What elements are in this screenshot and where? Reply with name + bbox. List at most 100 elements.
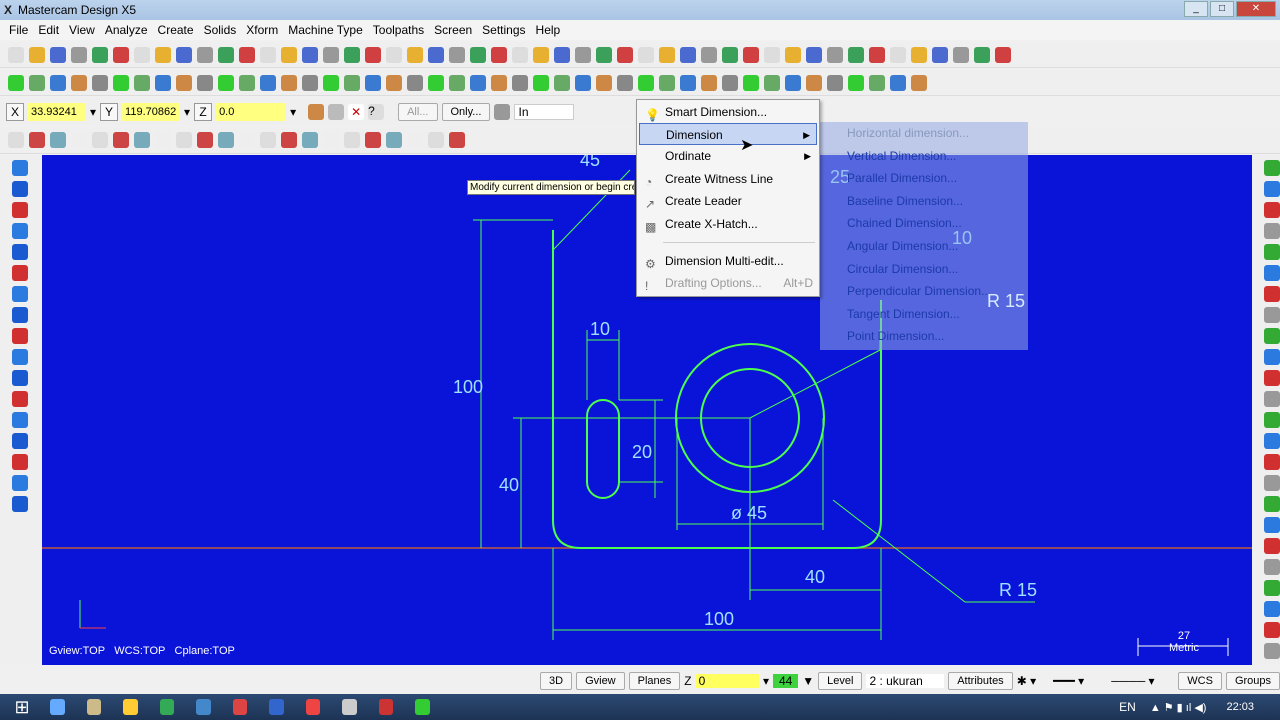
toolbar-tool-icon[interactable]: [29, 74, 45, 91]
taskbar-app-icon[interactable]: [196, 699, 211, 715]
toolbar-tool-icon[interactable]: [12, 202, 28, 218]
toolbar-tool-icon[interactable]: [743, 46, 759, 63]
toolbar-tool-icon[interactable]: [386, 46, 402, 63]
toolbar-tool-icon[interactable]: [680, 46, 696, 63]
toolbar-tool-icon[interactable]: [1264, 370, 1280, 386]
taskbar-app-icon[interactable]: [50, 699, 65, 715]
toolbar-tool-icon[interactable]: [722, 74, 738, 91]
menu-create[interactable]: Create: [153, 23, 199, 37]
toolbar-tool-icon[interactable]: [449, 132, 465, 148]
toolbar-tool-icon[interactable]: [890, 74, 906, 91]
toolbar-tool-icon[interactable]: [281, 74, 297, 91]
toolbar-tool-icon[interactable]: [554, 74, 570, 91]
taskbar-app-icon[interactable]: [378, 699, 394, 715]
toolbar-tool-icon[interactable]: [8, 132, 24, 148]
toolbar-tool-icon[interactable]: [1264, 202, 1280, 218]
toolbar-tool-icon[interactable]: [743, 74, 759, 91]
toolbar-tool-icon[interactable]: [764, 74, 780, 91]
toolbar-tool-icon[interactable]: [1264, 286, 1280, 302]
toolbar-tool-icon[interactable]: [1264, 454, 1280, 470]
toolbar-tool-icon[interactable]: [764, 46, 780, 63]
level-button[interactable]: Level: [818, 672, 863, 690]
gview-button[interactable]: Gview: [576, 672, 625, 690]
toolbar-tool-icon[interactable]: [12, 496, 28, 512]
menu-toolpaths[interactable]: Toolpaths: [368, 23, 429, 37]
toolbar-tool-icon[interactable]: [470, 46, 486, 63]
toolbar-tool-icon[interactable]: [1264, 181, 1280, 197]
toolbar-tool-icon[interactable]: [1264, 349, 1280, 365]
menu-edit[interactable]: Edit: [33, 23, 64, 37]
toolbar-tool-icon[interactable]: [302, 74, 318, 91]
toolbar-tool-icon[interactable]: [806, 74, 822, 91]
y-dropdown-icon[interactable]: ▾: [184, 105, 190, 119]
toolbar-tool-icon[interactable]: [12, 475, 28, 491]
minimize-button[interactable]: _: [1184, 1, 1208, 17]
toolbar-tool-icon[interactable]: [638, 46, 654, 63]
submenu-point-dimension[interactable]: Point Dimension...: [820, 325, 1028, 348]
toolbar-tool-icon[interactable]: [449, 46, 465, 63]
toolbar-tool-icon[interactable]: [449, 74, 465, 91]
toolbar-tool-icon[interactable]: [176, 74, 192, 91]
toolbar-tool-icon[interactable]: [12, 454, 28, 470]
toolbar-tool-icon[interactable]: [1264, 643, 1280, 659]
toolbar-tool-icon[interactable]: [12, 160, 28, 176]
toolbar-tool-icon[interactable]: [92, 132, 108, 148]
toolbar-tool-icon[interactable]: [12, 307, 28, 323]
toolbar-tool-icon[interactable]: [428, 74, 444, 91]
toolbar-tool-icon[interactable]: [71, 46, 87, 63]
z-dropdown-icon[interactable]: ▾: [290, 105, 296, 119]
close-button[interactable]: ✕: [1236, 1, 1276, 17]
toolbar-tool-icon[interactable]: [386, 74, 402, 91]
toolbar-tool-icon[interactable]: [155, 46, 171, 63]
toolbar-tool-icon[interactable]: [12, 181, 28, 197]
toolbar-tool-icon[interactable]: [827, 46, 843, 63]
toolbar-tool-icon[interactable]: [1264, 517, 1280, 533]
toolbar-tool-icon[interactable]: [12, 328, 28, 344]
clock[interactable]: 22:03: [1226, 701, 1254, 713]
taskbar-app-icon[interactable]: [305, 699, 321, 715]
toolbar-tool-icon[interactable]: [869, 74, 885, 91]
submenu-vertical-dimension[interactable]: Vertical Dimension...: [820, 145, 1028, 168]
taskbar-app-icon[interactable]: [269, 699, 284, 715]
fast-point-icon[interactable]: [308, 103, 325, 120]
submenu-angular-dimension[interactable]: Angular Dimension...: [820, 235, 1028, 258]
toolbar-tool-icon[interactable]: [533, 74, 549, 91]
toolbar-tool-icon[interactable]: [218, 132, 234, 148]
language-indicator[interactable]: EN: [1119, 700, 1136, 714]
toolbar-tool-icon[interactable]: [113, 132, 129, 148]
toolbar-tool-icon[interactable]: [12, 286, 28, 302]
toolbar-tool-icon[interactable]: [1264, 391, 1280, 407]
toolbar-tool-icon[interactable]: [239, 46, 255, 63]
toolbar-tool-icon[interactable]: [365, 46, 381, 63]
toolbar-tool-icon[interactable]: [218, 74, 234, 91]
select-all-button[interactable]: All...: [398, 102, 438, 121]
planes-button[interactable]: Planes: [628, 672, 681, 690]
toolbar-tool-icon[interactable]: [12, 244, 28, 260]
toolbar-tool-icon[interactable]: [323, 74, 339, 91]
toolbar-tool-icon[interactable]: [638, 74, 654, 91]
menu-item-drafting-options[interactable]: ! Drafting Options... Alt+D: [639, 272, 817, 294]
toolbar-tool-icon[interactable]: [302, 46, 318, 63]
tray-icons[interactable]: ▲ ⚑ ▮ ıl ◀): [1150, 701, 1207, 714]
color-dropdown-icon[interactable]: ▼: [802, 674, 814, 688]
toolbar-tool-icon[interactable]: [428, 132, 444, 148]
taskbar-app-icon[interactable]: [232, 699, 248, 715]
toolbar-tool-icon[interactable]: [1264, 559, 1280, 575]
toolbar-tool-icon[interactable]: [92, 46, 108, 63]
level-dropdown[interactable]: 2 : ukuran: [866, 674, 945, 688]
toolbar-tool-icon[interactable]: [134, 46, 150, 63]
x-dropdown-icon[interactable]: ▾: [90, 105, 96, 119]
groups-button[interactable]: Groups: [1225, 672, 1280, 690]
toolbar-tool-icon[interactable]: [428, 46, 444, 63]
point-style-dropdown[interactable]: ✱ ▾: [1017, 674, 1049, 688]
submenu-circular-dimension[interactable]: Circular Dimension...: [820, 258, 1028, 281]
toolbar-tool-icon[interactable]: [617, 46, 633, 63]
3d-button[interactable]: 3D: [540, 672, 573, 690]
taskbar-app-icon[interactable]: [159, 699, 175, 715]
toolbar-tool-icon[interactable]: [659, 46, 675, 63]
toolbar-tool-icon[interactable]: [1264, 412, 1280, 428]
toolbar-tool-icon[interactable]: [260, 74, 276, 91]
toolbar-tool-icon[interactable]: [932, 46, 948, 63]
taskbar-app-icon[interactable]: [86, 699, 102, 715]
toolbar-tool-icon[interactable]: [575, 74, 591, 91]
